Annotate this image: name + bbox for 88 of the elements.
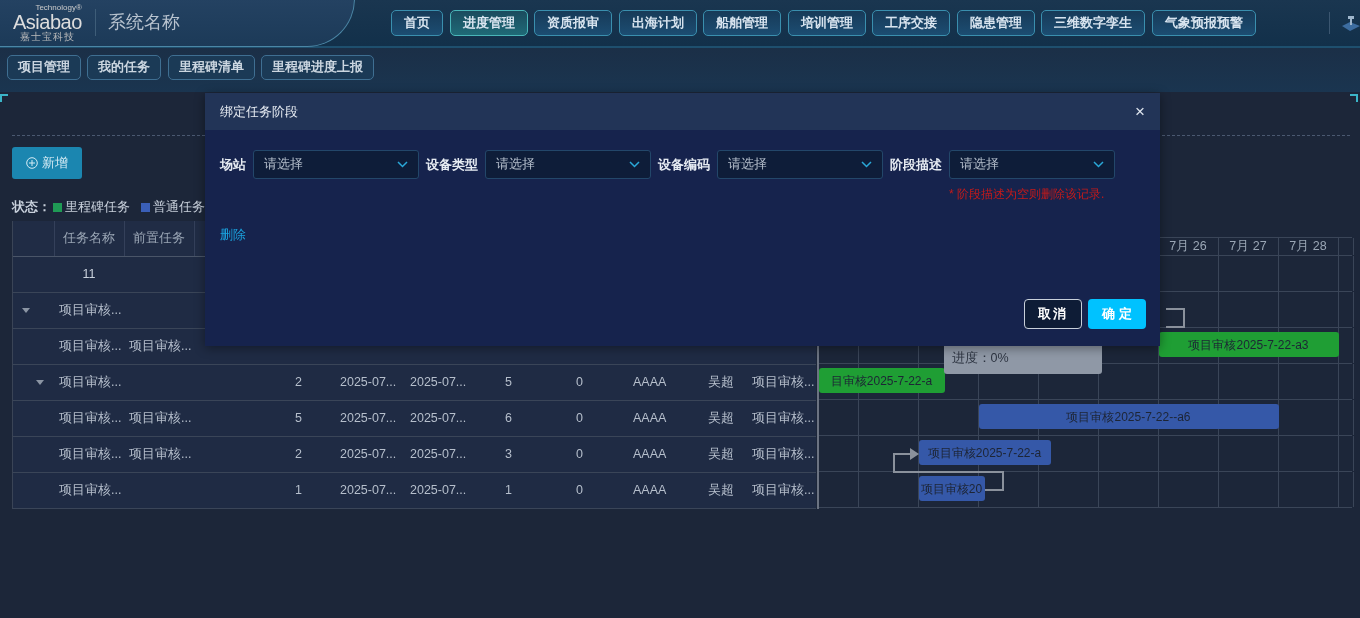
select-field[interactable]: 请选择 [949,150,1115,179]
company-logo: Technology® Asiabao 嘉士宝科技 [13,3,82,42]
subnav-tab[interactable]: 我的任务 [87,54,161,80]
chevron-down-icon [861,161,872,168]
select-field[interactable]: 请选择 [717,150,883,179]
expand-caret-icon[interactable] [22,307,30,313]
validation-hint: * 阶段描述为空则删除该记录. [949,186,1106,203]
subnav-tab[interactable]: 里程碑清单 [167,54,255,80]
nav-tab[interactable]: 隐患管理 [956,10,1035,36]
legend-text: 普通任务 [153,198,205,216]
chevron-down-icon [629,161,640,168]
nav-tab[interactable]: 出海计划 [618,10,697,36]
table-cell: 5 [471,364,546,400]
table-cell: 项目审核... [54,472,124,508]
nav-tab[interactable]: 船舶管理 [703,10,781,36]
nav-tab[interactable]: 工序交接 [872,10,950,36]
select-field[interactable]: 请选择 [253,150,419,179]
cancel-button[interactable]: 取消 [1023,299,1082,329]
table-cell: 项目审核... [746,472,816,508]
date-label: 7月 27 [1218,238,1279,255]
table-cell: AAAA [613,364,691,400]
table-cell: 2025-07... [331,472,401,508]
table-cell: 项目审核... [746,400,816,436]
legend-text: 里程碑任务 [65,198,130,216]
subnav-tab[interactable]: 项目管理 [6,54,81,80]
table-cell: 吴超 [691,364,746,400]
nav-tab[interactable]: 培训管理 [787,10,866,36]
system-name: 系统名称 [94,9,180,36]
table-cell: 2 [266,364,331,400]
nav-tab[interactable]: 三维数字孪生 [1041,10,1145,36]
delete-link[interactable]: 删除 [220,226,246,245]
table-cell: 吴超 [691,436,746,472]
chevron-down-icon [397,161,408,168]
nav-tab[interactable]: 资质报审 [534,10,612,36]
table-cell: 5 [266,400,331,436]
table-cell: 2025-07... [331,400,401,436]
dialog-title: 绑定任务阶段 [220,102,298,121]
date-label: 7月 28 [1278,238,1339,255]
table-cell: 2 [266,436,331,472]
table-cell: 0 [546,400,613,436]
field-label: 设备编码 [658,157,710,174]
plus-circle-icon [26,157,39,169]
table-cell: 2025-07... [401,436,471,472]
table-cell: 6 [471,400,546,436]
table-cell: 项目审核... [54,400,124,436]
field-label: 阶段描述 [890,157,942,174]
table-cell: 0 [546,364,613,400]
field-label: 设备类型 [426,157,478,174]
table-cell: 0 [546,472,613,508]
column-header: 前置任务 [124,221,194,256]
table-cell: 2025-07... [331,436,401,472]
table-cell: 项目审核... [124,436,194,472]
nav-tab[interactable]: 气象预报预警 [1151,10,1256,36]
table-cell: 项目审核... [54,328,124,364]
table-cell: 2025-07... [401,400,471,436]
table-cell: 2025-07... [331,364,401,400]
column-header: 任务名称 [54,221,124,256]
table-cell: 项目审核... [54,436,124,472]
add-button[interactable]: 新增 [12,147,82,179]
legend-label: 状态： [12,198,51,216]
table-cell: 吴超 [691,472,746,508]
close-button[interactable]: × [1135,103,1145,120]
table-cell: AAAA [613,400,691,436]
field-label: 场站 [220,157,246,174]
table-cell: AAAA [613,472,691,508]
select-field[interactable]: 请选择 [485,150,651,179]
group-row-label: 11 [54,256,124,292]
table-cell: 项目审核... [54,364,124,400]
chevron-down-icon [1093,161,1104,168]
table-cell: 项目审核... [746,436,816,472]
table-cell: 项目审核... [124,328,194,364]
expand-caret-icon[interactable] [36,379,44,385]
table-cell: 项目审核... [124,400,194,436]
table-cell: 1 [266,472,331,508]
table-cell: 项目审核... [746,364,816,400]
table-cell: 吴超 [691,400,746,436]
gantt-bar[interactable]: 目审核2025-7-22-a [818,368,945,393]
nav-tab[interactable]: 首页 [391,10,443,36]
table-cell: 2025-07... [401,472,471,508]
gantt-bar[interactable]: 项目审核2025-7-22-a3 [1158,332,1339,357]
table-cell: AAAA [613,436,691,472]
nav-tab[interactable]: 进度管理 [449,10,528,36]
table-cell: 3 [471,436,546,472]
table-cell: 2025-07... [401,364,471,400]
table-cell: 1 [471,472,546,508]
table-cell: 项目审核... [54,292,124,328]
subnav-tab[interactable]: 里程碑进度上报 [261,54,374,80]
table-cell: 0 [546,436,613,472]
